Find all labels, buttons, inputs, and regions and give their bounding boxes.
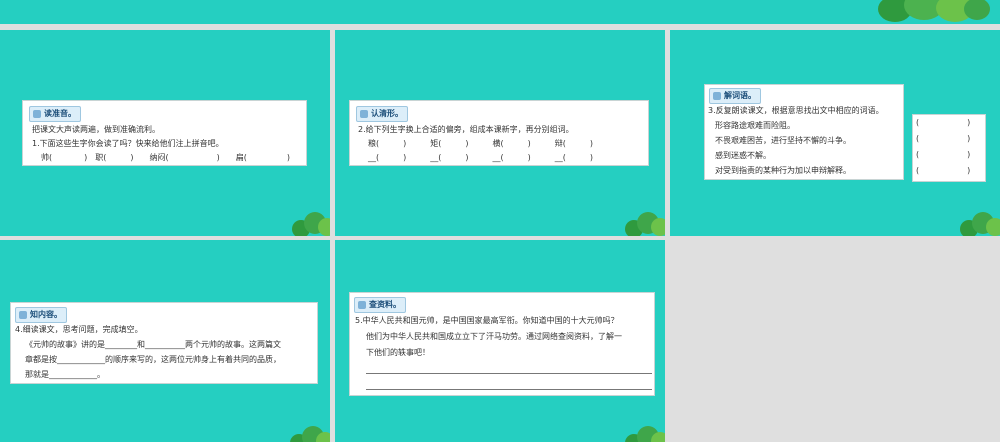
tree-decoration-icon [878,0,990,24]
question-panel: 知内容。 4.细读课文，思考问题，完成填空。 《元帅的故事》讲的是_______… [10,302,318,384]
instruction-text: 把课文大声读两遍，做到准确流利。 [32,125,160,134]
answer-blank: ( ) [916,166,971,175]
fill-blank-line: 那就是____________。 [25,370,105,379]
tree-decoration-icon [625,210,665,236]
tree-decoration-icon [290,424,330,442]
question-text: 5.中华人民共和国元帅，是中国国家最高军衔。你知道中国的十大元帅吗？ [355,316,619,325]
answer-line [366,373,652,374]
badge-label: 解词语。 [724,91,756,100]
answer-blank: ( ) [916,134,971,143]
question-panel: 查资料。 5.中华人民共和国元帅，是中国国家最高军衔。你知道中国的十大元帅吗？ … [349,292,655,396]
badge-icon [360,110,368,118]
definition-4: 对受到指责的某种行为加以申辩解释。 [715,166,851,175]
tree-decoration-icon [960,210,1000,236]
question-text: 他们为中华人民共和国成立立下了汗马功劳。通过网络查阅资料，了解一 [366,332,622,341]
character-row: 粮( ) 矩( ) 横( ) 辩( ) [368,139,593,148]
definition-3: 感到迷惑不解。 [715,151,771,160]
badge-label: 认清形。 [371,109,403,118]
top-banner-slide [0,0,1000,24]
answer-blank: ( ) [916,118,971,127]
question-text: 4.细读课文，思考问题，完成填空。 [15,325,143,334]
slide-5: 查资料。 5.中华人民共和国元帅，是中国国家最高军衔。你知道中国的十大元帅吗？ … [335,240,665,442]
section-badge: 查资料。 [354,297,406,313]
badge-icon [33,110,41,118]
badge-icon [19,311,27,319]
fill-blank-line: 《元帅的故事》讲的是________和__________两个元帅的故事。这两篇… [25,340,281,349]
slide-3: 解词语。 3.反复朗读课文，根据意思找出文中相应的词语。 形容路途艰难而险阻。 … [670,30,1000,236]
section-badge: 知内容。 [15,307,67,323]
fill-blank-line: 章都是按____________的顺序来写的，这两位元帅身上有着共同的品质， [25,355,281,364]
badge-icon [358,301,366,309]
slide-1: 读准音。 把课文大声读两遍，做到准确流利。 1.下面这些生字你会读了吗？快来给他… [0,30,330,236]
section-badge: 认清形。 [356,106,408,122]
badge-label: 查资料。 [369,300,401,309]
answer-line [366,389,652,390]
definition-2: 不畏艰难困苦，进行坚持不懈的斗争。 [715,136,851,145]
question-panel: 读准音。 把课文大声读两遍，做到准确流利。 1.下面这些生字你会读了吗？快来给他… [22,100,307,166]
question-text: 2.给下列生字换上合适的偏旁，组成本课新字，再分别组词。 [358,125,574,134]
slide-4: 知内容。 4.细读课文，思考问题，完成填空。 《元帅的故事》讲的是_______… [0,240,330,442]
answer-blank: ( ) [916,150,971,159]
badge-label: 知内容。 [30,310,62,319]
question-text: 下他们的轶事吧！ [366,348,430,357]
section-badge: 读准音。 [29,106,81,122]
tree-decoration-icon [625,424,665,442]
badge-icon [713,92,721,100]
slide-2: 认清形。 2.给下列生字换上合适的偏旁，组成本课新字，再分别组词。 粮( ) 矩… [335,30,665,236]
question-text: 3.反复朗读课文，根据意思找出文中相应的词语。 [708,106,884,115]
tree-decoration-icon [292,210,330,236]
pinyin-blanks: 帅( ) 职( ) 纳闷( ) 扁( ) [41,153,290,162]
answer-row: __( ) __( ) __( ) __( ) [368,153,593,162]
question-panel: 认清形。 2.给下列生字换上合适的偏旁，组成本课新字，再分别组词。 粮( ) 矩… [349,100,649,166]
section-badge: 解词语。 [709,88,761,104]
answer-panel: ( ) ( ) ( ) ( ) [912,114,986,182]
definition-1: 形容路途艰难而险阻。 [715,121,795,130]
question-text: 1.下面这些生字你会读了吗？快来给他们注上拼音吧。 [32,139,224,148]
question-panel: 解词语。 3.反复朗读课文，根据意思找出文中相应的词语。 形容路途艰难而险阻。 … [704,84,904,180]
badge-label: 读准音。 [44,109,76,118]
